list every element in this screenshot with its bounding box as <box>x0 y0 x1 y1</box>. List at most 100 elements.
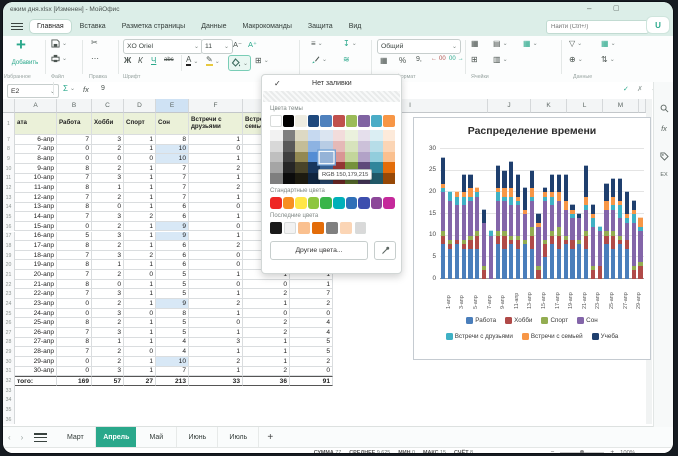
color-swatch[interactable] <box>295 197 307 209</box>
print-button[interactable]: ⌄ <box>51 54 67 63</box>
cell[interactable]: 10-апр <box>15 174 57 184</box>
color-swatch[interactable] <box>370 141 383 152</box>
cell[interactable]: 9 <box>156 232 189 242</box>
cell[interactable]: 1 <box>124 280 156 290</box>
cell[interactable]: 7 <box>156 183 189 193</box>
cell[interactable]: 9 <box>156 299 189 309</box>
cell[interactable]: 7 <box>57 212 92 222</box>
cell[interactable]: 1 <box>189 309 243 319</box>
row-number[interactable]: 20 <box>3 260 15 270</box>
other-colors-button[interactable]: Другие цвета... <box>270 241 368 260</box>
color-swatch[interactable] <box>295 162 308 173</box>
row-number[interactable]: 17 <box>3 232 15 242</box>
column-header[interactable]: M <box>603 99 639 113</box>
cell[interactable]: 0 <box>189 260 243 270</box>
cell[interactable]: 7-апр <box>15 145 57 155</box>
sort-button[interactable]: ⇅⌄ <box>601 55 615 64</box>
cell[interactable]: 0 <box>57 222 92 232</box>
cell[interactable]: 3 <box>92 135 124 145</box>
color-swatch[interactable] <box>284 222 296 234</box>
cell[interactable]: 5 <box>290 347 333 357</box>
color-swatch[interactable] <box>383 130 396 141</box>
cell[interactable]: 2 <box>243 328 290 338</box>
cell[interactable]: 1 <box>189 174 243 184</box>
cell[interactable]: 1 <box>124 232 156 242</box>
row-number[interactable]: 11 <box>3 174 15 184</box>
cell[interactable]: 14-апр <box>15 212 57 222</box>
cell[interactable]: 1 <box>189 154 243 164</box>
cell[interactable]: 1 <box>124 367 156 377</box>
cell[interactable]: 7 <box>156 193 189 203</box>
row-number[interactable]: 18 <box>3 241 15 251</box>
bold-button[interactable]: Ж <box>124 56 131 65</box>
cell[interactable]: 4 <box>290 328 333 338</box>
cell[interactable]: 9 <box>156 222 189 232</box>
borders-button[interactable]: ⊞⌄ <box>255 56 269 65</box>
menu-tab[interactable]: Разметка страницы <box>115 20 193 33</box>
cell[interactable]: 15-апр <box>15 222 57 232</box>
sheet-tab[interactable]: Июнь <box>177 427 218 448</box>
cell[interactable]: 29-апр <box>15 357 57 367</box>
column-header[interactable]: C <box>92 99 124 113</box>
row-number[interactable]: 21 <box>3 270 15 280</box>
cell[interactable]: 3 <box>92 232 124 242</box>
cell[interactable]: 2 <box>243 318 290 328</box>
grid-corner[interactable] <box>3 99 15 113</box>
color-swatch[interactable] <box>283 173 296 184</box>
save-button[interactable]: ⌄ <box>51 39 67 48</box>
cell[interactable]: 10 <box>156 154 189 164</box>
cell[interactable]: 6 <box>156 241 189 251</box>
cell[interactable]: 16-апр <box>15 232 57 242</box>
cell[interactable]: 1 <box>124 164 156 174</box>
cell[interactable]: 0 <box>92 203 124 213</box>
cell[interactable]: 0 <box>92 154 124 164</box>
row-number[interactable]: 8 <box>3 145 15 155</box>
cell[interactable]: 18-апр <box>15 251 57 261</box>
color-swatch[interactable] <box>320 197 332 209</box>
cell[interactable]: 7 <box>57 328 92 338</box>
cell[interactable]: 13-апр <box>15 203 57 213</box>
eyedropper-button[interactable] <box>374 241 396 260</box>
group-button[interactable]: ⊕⌄ <box>569 55 583 64</box>
color-swatch[interactable] <box>308 130 321 141</box>
cell[interactable]: 2 <box>92 193 124 203</box>
cell[interactable]: 0 <box>189 203 243 213</box>
totals-label-cell[interactable]: того: <box>15 376 57 386</box>
row-number[interactable]: 29 <box>3 347 15 357</box>
column-header[interactable]: D <box>124 99 156 113</box>
cell[interactable]: 2 <box>189 357 243 367</box>
italic-button[interactable]: К <box>138 56 143 65</box>
cell[interactable]: 6 <box>156 203 189 213</box>
cut-button[interactable]: ✂ <box>91 38 98 47</box>
confirm-entry-icon[interactable]: ✓ <box>623 85 629 93</box>
cell[interactable]: 1 <box>189 270 243 280</box>
menu-tab[interactable]: Вид <box>342 20 369 33</box>
cell[interactable]: 25-апр <box>15 318 57 328</box>
cell[interactable]: 1 <box>189 347 243 357</box>
cell[interactable]: 3 <box>92 289 124 299</box>
color-swatch[interactable] <box>358 115 370 127</box>
vertical-align-button[interactable]: ↧⌄ <box>343 39 357 48</box>
maximize-button[interactable]: ▢ <box>613 4 620 12</box>
cell[interactable]: 1 <box>290 280 333 290</box>
header-cell[interactable]: Сон <box>156 113 189 135</box>
cell[interactable]: 7 <box>57 289 92 299</box>
cell[interactable]: 10 <box>156 357 189 367</box>
cell[interactable]: 0 <box>290 367 333 377</box>
cell[interactable]: 1 <box>189 193 243 203</box>
color-swatch[interactable] <box>358 197 370 209</box>
color-swatch[interactable] <box>308 197 320 209</box>
color-swatch[interactable] <box>370 130 383 141</box>
cell[interactable]: 5 <box>156 328 189 338</box>
header-cell[interactable]: Встречи с друзьями <box>189 113 243 135</box>
cell[interactable]: 1 <box>124 241 156 251</box>
cell[interactable]: 6-апр <box>15 135 57 145</box>
menu-tab[interactable]: Данные <box>194 20 233 33</box>
increase-decimal-button[interactable]: 00→ <box>449 56 464 62</box>
cell[interactable]: 1 <box>124 357 156 367</box>
color-swatch[interactable] <box>326 222 338 234</box>
cell[interactable]: 4 <box>290 318 333 328</box>
cell[interactable]: 1 <box>124 145 156 155</box>
cell[interactable]: 1 <box>124 338 156 348</box>
color-swatch[interactable] <box>270 162 283 173</box>
